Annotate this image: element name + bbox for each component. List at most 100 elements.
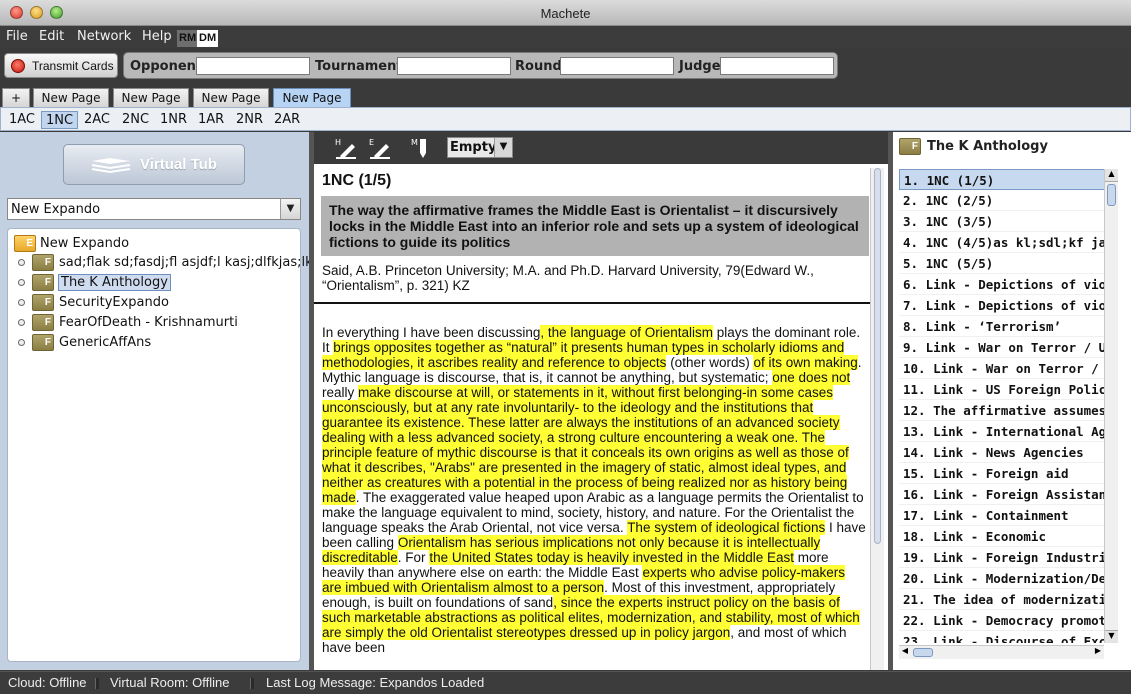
tournament-field[interactable] [397, 57, 511, 75]
menu-file[interactable]: File [6, 29, 28, 44]
menu-edit[interactable]: Edit [39, 29, 64, 44]
card-tag[interactable]: The way the affirmative frames the Middl… [321, 196, 869, 256]
speech-tab-1ar[interactable]: 1AR [194, 111, 228, 129]
marker-icon[interactable]: M [410, 136, 434, 160]
speech-tabs: 1AC 1NC 2AC 2NC 1NR 1AR 2NR 2AR [0, 107, 1131, 131]
expand-toggle-icon[interactable] [18, 339, 25, 346]
toolbar: Transmit Cards Opponent Tournament Round… [0, 49, 1131, 82]
expando-contents-panel: The K Anthology 1. 1NC (1/5)2. 1NC (2/5)… [893, 132, 1131, 670]
card-list-item[interactable]: 2. 1NC (2/5) [899, 190, 1106, 211]
heading-pen-icon[interactable]: H [334, 136, 358, 160]
style-select[interactable]: Empty ▼ [447, 137, 513, 158]
add-page-tab[interactable]: + [2, 88, 30, 107]
speech-tab-1nr[interactable]: 1NR [156, 111, 191, 129]
page-tab-2[interactable]: New Page [113, 88, 189, 107]
speech-tab-2nr[interactable]: 2NR [232, 111, 267, 129]
scrollbar-thumb[interactable] [1107, 184, 1116, 206]
round-field[interactable] [560, 57, 674, 75]
folder-icon [32, 294, 54, 311]
card-list-item[interactable]: 17. Link - Containment [899, 505, 1106, 526]
card-list-item[interactable]: 22. Link - Democracy promotion [899, 610, 1106, 631]
tree-item[interactable]: sad;flak sd;fasdj;fl asjdf;l kasj;dlfkja… [59, 255, 313, 270]
judge-field[interactable] [720, 57, 834, 75]
speech-tab-2nc[interactable]: 2NC [118, 111, 153, 129]
tree-item[interactable]: GenericAffAns [59, 335, 151, 350]
expand-toggle-icon[interactable] [18, 299, 25, 306]
menu-bar: File Edit Network Help RM DM [0, 26, 1131, 48]
svg-text:M: M [411, 138, 418, 147]
card-list-item[interactable]: 12. The affirmative assumes tha [899, 400, 1106, 421]
highlighted-text: one does not [772, 370, 851, 385]
card-list-item[interactable]: 16. Link - Foreign Assistance (Pa [899, 484, 1106, 505]
speech-tab-2ac[interactable]: 2AC [80, 111, 114, 129]
card-list-item[interactable]: 3. 1NC (3/5) [899, 211, 1106, 232]
opponent-label: Opponent [130, 59, 203, 74]
page-tab-1[interactable]: New Page [33, 88, 109, 107]
chevron-down-icon[interactable]: ▼ [280, 199, 300, 219]
scroll-left-icon[interactable]: ◀ [899, 646, 911, 659]
card-list-item[interactable]: 21. The idea of modernization to [899, 589, 1106, 610]
scroll-up-icon[interactable]: ▲ [1105, 169, 1118, 182]
status-separator [250, 678, 254, 689]
tree-item-selected[interactable]: The K Anthology [58, 274, 171, 291]
card-list-item[interactable]: 10. Link - War on Terror / TNC's [899, 358, 1106, 379]
window-title: Machete [540, 6, 591, 21]
chevron-down-icon[interactable]: ▼ [494, 138, 512, 157]
speech-tab-1ac[interactable]: 1AC [5, 111, 39, 129]
transmit-cards-button[interactable]: Transmit Cards [4, 53, 118, 78]
menu-network[interactable]: Network [77, 29, 131, 44]
expando-select[interactable]: New Expando ▼ [7, 198, 301, 220]
virtual-tub-label: Virtual Tub [140, 156, 217, 173]
card-list-item[interactable]: 14. Link - News Agencies [899, 442, 1106, 463]
card-list-item[interactable]: 15. Link - Foreign aid [899, 463, 1106, 484]
card-list-scrollbar[interactable]: ▲ ▼ [1104, 169, 1118, 643]
card-list-item[interactable]: 18. Link - Economic [899, 526, 1106, 547]
scrollbar-thumb[interactable] [874, 168, 881, 544]
tree-item[interactable]: FearOfDeath - Krishnamurti [59, 315, 238, 330]
menu-help[interactable]: Help [142, 29, 172, 44]
hscrollbar-thumb[interactable] [913, 648, 933, 657]
card-list-item[interactable]: 23. Link - Discourse of Exceptio [899, 631, 1106, 643]
card-list-item[interactable]: 5. 1NC (5/5) [899, 253, 1106, 274]
highlighted-text: , the language of Orientalism [540, 325, 713, 340]
scroll-down-icon[interactable]: ▼ [1105, 630, 1118, 643]
card-citation[interactable]: Said, A.B. Princeton University; M.A. an… [322, 263, 867, 293]
editor-toolbar: H E M Empty ▼ [314, 132, 888, 164]
expand-toggle-icon[interactable] [18, 279, 25, 286]
tree-item[interactable]: SecurityExpando [59, 295, 169, 310]
opponent-field[interactable] [196, 57, 310, 75]
page-tab-4[interactable]: New Page [273, 88, 351, 107]
card-list-item[interactable]: 20. Link - Modernization/Develo [899, 568, 1106, 589]
expand-toggle-icon[interactable] [18, 259, 25, 266]
card-list-item[interactable]: 7. Link - Depictions of violent Is [899, 295, 1106, 316]
body-text: In everything I have been discussing [322, 325, 541, 340]
speech-tab-2ar[interactable]: 2AR [270, 111, 304, 129]
card-list-item[interactable]: 11. Link - US Foreign Policy towa [899, 379, 1106, 400]
emphasis-pen-icon[interactable]: E [368, 136, 392, 160]
scroll-right-icon[interactable]: ▶ [1092, 646, 1104, 659]
highlighted-text: The system of ideological fictions [627, 520, 826, 535]
card-list-item[interactable]: 13. Link - International Agreeme [899, 421, 1106, 442]
card-list-item[interactable]: 8. Link - ‘Terrorism’ [899, 316, 1106, 337]
page-tab-3[interactable]: New Page [193, 88, 269, 107]
card-list-item[interactable]: 9. Link - War on Terror / Unlawf [899, 337, 1106, 358]
expand-toggle-icon[interactable] [18, 319, 25, 326]
virtual-tub-button[interactable]: Virtual Tub [63, 144, 245, 185]
rm-mode-button[interactable]: RM [177, 30, 199, 47]
tournament-label: Tournament [315, 59, 403, 74]
svg-text:E: E [369, 138, 374, 147]
card-body-text[interactable]: In everything I have been discussing, th… [322, 325, 867, 655]
editor-scrollbar[interactable] [870, 168, 884, 670]
folder-icon [899, 138, 921, 155]
card-list-item[interactable]: 19. Link - Foreign Industries [899, 547, 1106, 568]
tree-root[interactable]: New Expando [40, 236, 129, 251]
speech-tab-1nc[interactable]: 1NC [41, 111, 79, 129]
card-list-item[interactable]: 6. Link - Depictions of violent Is [899, 274, 1106, 295]
card-list-item[interactable]: 4. 1NC (4/5)as kl;sdl;kf jas;ldkfj [899, 232, 1106, 253]
expando-contents-header: The K Anthology [893, 132, 1131, 162]
expando-select-value: New Expando [11, 202, 101, 217]
dm-mode-button[interactable]: DM [197, 30, 219, 47]
card-list-item[interactable]: 1. 1NC (1/5) [899, 169, 1106, 190]
card-list-hscrollbar[interactable]: ◀ ▶ [899, 645, 1104, 659]
expando-panel: Virtual Tub New Expando ▼ New Expando sa… [0, 132, 313, 670]
